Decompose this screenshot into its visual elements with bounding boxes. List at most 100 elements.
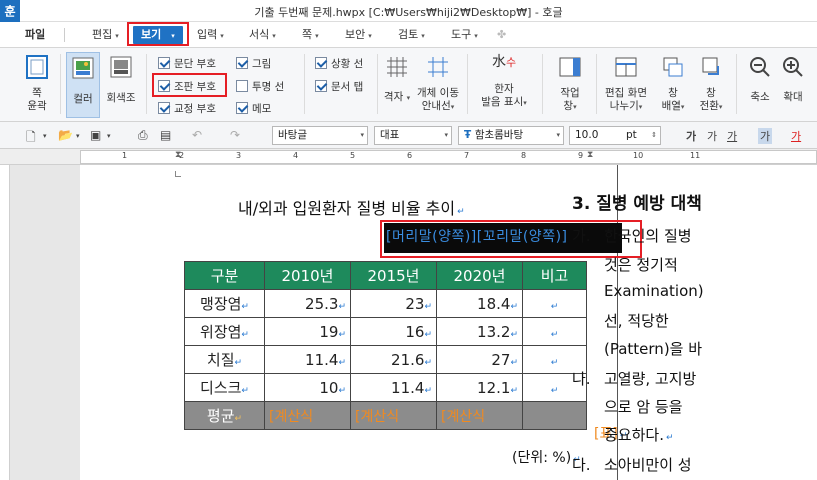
transparent-line-label: 투명 선 [252, 80, 285, 93]
table-cell[interactable]: 맹장염↵ [184, 289, 265, 318]
document-page[interactable]: 내/외과 입원환자 질병 비율 추이 ↵ [머리말(양쪽)][꼬리말(양쪽)] 구… [80, 165, 817, 480]
table-cell[interactable]: [계산식 [350, 401, 437, 430]
table-cell[interactable]: 27↵ [436, 345, 523, 374]
return-mark-icon: ↵ [510, 301, 518, 312]
right-margin-marker-icon[interactable]: ⧗ [587, 150, 593, 160]
proof-mark-checkbox[interactable]: 교정 부호 [158, 101, 216, 115]
chevron-down-icon[interactable]: ▾ [107, 132, 111, 140]
redo-icon[interactable]: ↷ [230, 128, 240, 142]
picture-checkbox[interactable]: 그림 [236, 56, 271, 70]
language-select[interactable]: 대표 ▾ [374, 126, 452, 145]
table-cell[interactable]: 평균↵ [184, 401, 265, 430]
horizontal-ruler[interactable]: 1 2 3 4 5 6 7 8 9 10 11 ⧗ ⧗ [80, 150, 817, 164]
object-move-guide-button[interactable]: 개체 이동 안내선▾ [414, 56, 462, 114]
table-cell[interactable]: [계산식 [436, 401, 523, 430]
list-item-line: (Pattern)을 바 [604, 340, 703, 358]
hanja-pronunciation-button[interactable]: 水수 한자 발음 표시▾ [474, 55, 534, 110]
grayscale-button[interactable]: 회색조 [102, 56, 140, 105]
table-cell[interactable]: 디스크↵ [184, 373, 265, 402]
increase-spacing-icon[interactable]: 가 [686, 128, 696, 144]
table-cell[interactable]: 치질↵ [184, 345, 265, 374]
menu-edit-label: 편집 [92, 28, 113, 41]
format-toolbar: 🗋 ▾ 📂 ▾ ▣ ▾ ⎙ ▤ ↶ ↷ 바탕글 ▾ 대표 ▾ Ŧ 함초롬바탕 ▾ 10… [0, 122, 817, 149]
return-mark-icon: ↵ [550, 357, 559, 368]
color-mode-button[interactable]: 컬러 [66, 52, 100, 118]
undo-icon[interactable]: ↶ [192, 128, 202, 142]
memo-checkbox[interactable]: 메모 [236, 101, 271, 115]
return-mark-icon: ↵ [550, 329, 559, 340]
underline-icon[interactable]: 가 [727, 128, 737, 144]
chevron-down-icon: ▾ [556, 131, 560, 139]
table-cell[interactable]: [계산식 [264, 401, 351, 430]
decrease-spacing-icon[interactable]: 가 [707, 128, 717, 144]
table-cell[interactable]: 18.4↵ [436, 289, 523, 318]
table-cell[interactable]: 19↵ [264, 317, 351, 346]
return-mark-icon: ↵ [241, 302, 249, 312]
menu-format[interactable]: 서식 ▾ [249, 26, 276, 44]
table-cell[interactable]: 21.6↵ [350, 345, 437, 374]
open-folder-icon[interactable]: 📂 [58, 128, 73, 142]
zoom-in-label: 확대 [783, 91, 803, 103]
table-cell[interactable]: 13.2↵ [436, 317, 523, 346]
return-mark-icon: ↵ [510, 385, 518, 396]
window-arrange-button[interactable]: 창 배열▾ [656, 56, 690, 114]
grid-button[interactable]: 격자 ▾ [382, 56, 412, 105]
table-cell[interactable] [522, 401, 587, 430]
indent-marker-icon[interactable]: ⧗ [175, 150, 181, 160]
return-mark-icon: ↵ [424, 357, 432, 368]
page-outline-button[interactable]: 쪽 윤곽 [20, 54, 54, 113]
save-icon[interactable]: ▣ [90, 128, 101, 142]
table-cell[interactable]: 10↵ [264, 373, 351, 402]
new-document-icon[interactable]: 🗋 [26, 128, 36, 149]
menu-page[interactable]: 쪽 ▾ [302, 26, 319, 44]
cell-text: 12.1 [477, 378, 511, 397]
chevron-down-icon[interactable]: ▾ [76, 132, 80, 140]
table-cell[interactable]: ↵ [522, 289, 587, 318]
status-line-checkbox[interactable]: 상황 선 [315, 56, 363, 70]
menu-page-label: 쪽 [302, 28, 313, 41]
font-value: 함초롬바탕 [474, 129, 524, 141]
work-window-button[interactable]: 작업 창▾ [550, 56, 590, 114]
table-cell[interactable]: 16↵ [350, 317, 437, 346]
menu-review[interactable]: 검토 ▾ [398, 26, 425, 44]
split-screen-button[interactable]: 편집 화면 나누기▾ [600, 56, 652, 114]
table-cell[interactable]: 11.4↵ [350, 373, 437, 402]
table-cell[interactable]: 25.3↵ [264, 289, 351, 318]
object-guide-icon [414, 56, 462, 82]
font-size-input[interactable]: 10.0 pt ⇕ [569, 126, 661, 145]
chevron-down-icon: ▾ [573, 103, 577, 111]
chevron-down-icon: ▾ [450, 103, 455, 111]
preview-icon[interactable]: ▤ [160, 128, 171, 142]
menu-security[interactable]: 보안 ▾ [345, 26, 372, 44]
cell-text: 11.4 [391, 378, 425, 397]
zoom-out-button[interactable]: 축소 [745, 56, 775, 104]
puzzle-icon[interactable]: ✤ [497, 26, 506, 44]
object-move-label-2: 안내선 [421, 100, 451, 112]
font-select[interactable]: Ŧ 함초롬바탕 ▾ [458, 126, 564, 145]
data-table[interactable]: 구분 2010년 2015년 2020년 비고 맹장염↵ 25.3↵ 23↵ 1… [184, 261, 587, 430]
menu-input[interactable]: 입력 ▾ [197, 26, 224, 44]
table-cell[interactable]: 12.1↵ [436, 373, 523, 402]
menu-edit[interactable]: 편집 ▾ [92, 26, 119, 44]
paragraph-mark-checkbox[interactable]: 문단 부호 [158, 56, 216, 70]
strikethrough-icon[interactable]: 가 [758, 128, 773, 144]
split-screen-label-2: 나누기 [609, 100, 639, 112]
transparent-line-checkbox[interactable]: 투명 선 [236, 79, 284, 93]
menu-tools[interactable]: 도구 ▾ [451, 26, 478, 44]
chevron-down-icon[interactable]: ▾ [43, 132, 47, 140]
chevron-down-icon: ▾ [368, 32, 372, 40]
table-cell[interactable]: 23↵ [350, 289, 437, 318]
print-icon[interactable]: ⎙ [138, 128, 148, 143]
font-color-icon[interactable]: 가 [791, 128, 801, 144]
table-cell[interactable]: ↵ [522, 317, 587, 346]
style-select[interactable]: 바탕글 ▾ [272, 126, 368, 145]
window-switch-button[interactable]: 창 전환▾ [694, 56, 728, 114]
menu-file[interactable]: 파일 [25, 26, 45, 44]
zoom-in-button[interactable]: 확대 [778, 56, 808, 104]
window-switch-icon [694, 56, 728, 82]
window-arrange-icon [656, 56, 690, 82]
table-cell[interactable]: 11.4↵ [264, 345, 351, 374]
doc-tab-checkbox[interactable]: 문서 탭 [315, 79, 363, 93]
window-switch-label-2-wrap: 전환▾ [694, 100, 728, 114]
table-cell[interactable]: 위장염↵ [184, 317, 265, 346]
